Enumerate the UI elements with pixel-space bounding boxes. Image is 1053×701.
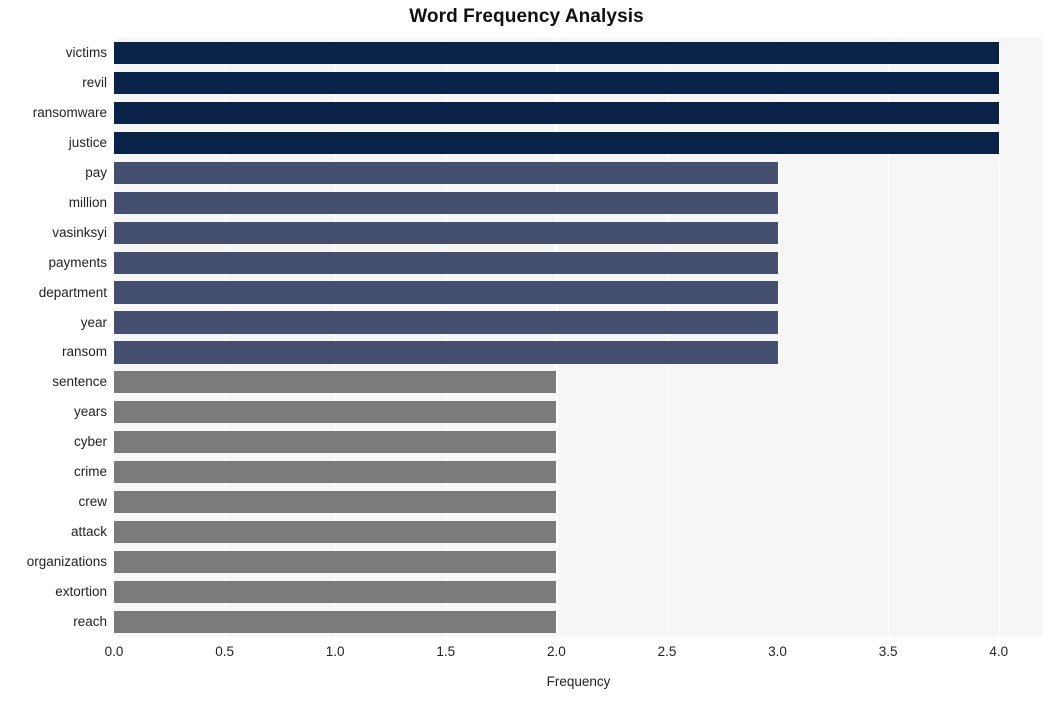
bar-pay[interactable]	[114, 161, 778, 184]
y-tick-label-organizations: organizations	[26, 554, 107, 570]
bar-million[interactable]	[114, 191, 778, 214]
y-tick-label-payments: payments	[48, 254, 107, 270]
y-tick-label-ransom: ransom	[61, 344, 107, 360]
bar-attack[interactable]	[114, 521, 557, 544]
bar-organizations[interactable]	[114, 551, 557, 574]
y-tick-label-department: department	[38, 284, 107, 300]
x-axis-title: Frequency	[546, 674, 611, 689]
bar-cyber[interactable]	[114, 431, 557, 454]
y-tick-label-extortion: extortion	[55, 584, 107, 600]
y-tick-label-reach: reach	[73, 614, 107, 630]
x-tick-label-0.0: 0.0	[104, 644, 124, 659]
bar-reach[interactable]	[114, 610, 557, 634]
bar-justice[interactable]	[114, 131, 999, 154]
y-tick-label-sentence: sentence	[52, 374, 107, 390]
y-tick-label-years: years	[73, 404, 107, 420]
plot-area	[114, 38, 1043, 637]
bar-ransom[interactable]	[114, 341, 778, 364]
bar-department[interactable]	[114, 281, 778, 304]
x-tick-label-3.0: 3.0	[768, 644, 787, 659]
y-tick-label-revil: revil	[82, 74, 107, 90]
x-tick-label-3.5: 3.5	[878, 644, 898, 659]
y-tick-label-year: year	[80, 314, 107, 330]
bar-ransomware[interactable]	[114, 101, 999, 124]
y-tick-label-crew: crew	[78, 494, 107, 510]
y-tick-label-vasinksyi: vasinksyi	[52, 224, 107, 240]
bar-revil[interactable]	[114, 71, 999, 94]
bar-crew[interactable]	[114, 491, 557, 514]
x-tick-label-2.5: 2.5	[657, 644, 677, 659]
chart-figure: Word Frequency Analysis victims revil rans…	[0, 0, 1053, 701]
x-tick-label-4.0: 4.0	[989, 644, 1009, 659]
bars-layer	[114, 38, 1043, 637]
y-tick-label-justice: justice	[68, 134, 107, 150]
y-tick-label-ransomware: ransomware	[32, 104, 107, 120]
bar-crime[interactable]	[114, 461, 557, 484]
y-tick-label-victims: victims	[65, 44, 107, 60]
bar-sentence[interactable]	[114, 371, 557, 394]
x-axis-tick-labels: 0.0 0.5 1.0 1.5 2.0 2.5 3.0 3.5 4.0	[105, 644, 1043, 667]
bar-years[interactable]	[114, 401, 557, 424]
y-tick-label-pay: pay	[85, 164, 107, 180]
bar-victims[interactable]	[114, 41, 999, 65]
bar-extortion[interactable]	[114, 580, 557, 604]
bar-vasinksyi[interactable]	[114, 221, 778, 244]
x-tick-label-1.5: 1.5	[436, 644, 456, 659]
x-tick-label-1.0: 1.0	[325, 644, 345, 659]
bar-year[interactable]	[114, 311, 778, 334]
x-tick-label-2.0: 2.0	[546, 644, 566, 659]
bar-payments[interactable]	[114, 251, 778, 274]
chart-title: Word Frequency Analysis	[409, 6, 644, 27]
y-tick-label-cyber: cyber	[73, 434, 107, 450]
y-tick-label-crime: crime	[74, 464, 107, 480]
y-axis-tick-labels: victims revil ransomware justice pay million v…	[0, 38, 107, 637]
y-tick-label-attack: attack	[70, 524, 107, 540]
x-tick-label-0.5: 0.5	[215, 644, 234, 659]
y-tick-label-million: million	[68, 194, 107, 210]
